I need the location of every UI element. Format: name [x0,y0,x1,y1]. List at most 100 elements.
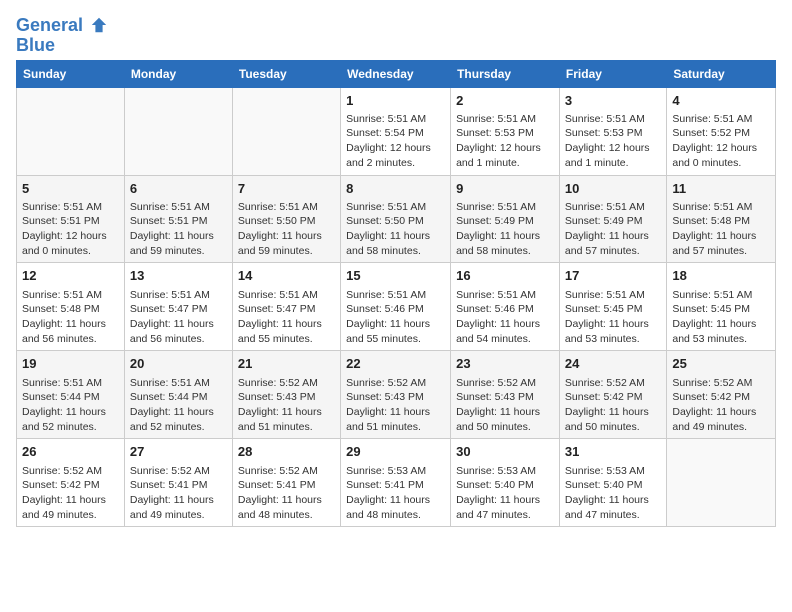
day-number: 22 [346,355,445,373]
day-number: 13 [130,267,227,285]
day-number: 19 [22,355,119,373]
logo-text: General Blue [16,16,108,56]
day-info: Sunrise: 5:52 AMSunset: 5:43 PMDaylight:… [456,376,554,435]
day-number: 15 [346,267,445,285]
calendar-cell [232,87,340,175]
day-info: Sunrise: 5:52 AMSunset: 5:41 PMDaylight:… [238,464,335,523]
calendar-cell: 7 Sunrise: 5:51 AMSunset: 5:50 PMDaylight… [232,175,340,263]
day-number: 12 [22,267,119,285]
day-info: Sunrise: 5:52 AMSunset: 5:42 PMDaylight:… [22,464,119,523]
calendar-week-row: 19 Sunrise: 5:51 AMSunset: 5:44 PMDayligh… [17,351,776,439]
day-number: 28 [238,443,335,461]
day-info: Sunrise: 5:51 AMSunset: 5:49 PMDaylight:… [456,200,554,259]
day-number: 23 [456,355,554,373]
calendar-cell: 22 Sunrise: 5:52 AMSunset: 5:43 PMDayligh… [341,351,451,439]
calendar-header-row: SundayMondayTuesdayWednesdayThursdayFrid… [17,60,776,87]
calendar-cell: 17Sunrise: 5:51 AMSunset: 5:45 PMDayligh… [559,263,666,351]
calendar-cell: 24 Sunrise: 5:52 AMSunset: 5:42 PMDayligh… [559,351,666,439]
day-number: 31 [565,443,661,461]
calendar-cell: 20 Sunrise: 5:51 AMSunset: 5:44 PMDayligh… [124,351,232,439]
day-info: Sunrise: 5:51 AMSunset: 5:51 PMDaylight:… [22,200,119,259]
day-info: Sunrise: 5:51 AMSunset: 5:46 PMDaylight:… [346,288,445,347]
day-number: 27 [130,443,227,461]
calendar-week-row: 1Sunrise: 5:51 AMSunset: 5:54 PMDaylight… [17,87,776,175]
calendar-cell: 19 Sunrise: 5:51 AMSunset: 5:44 PMDayligh… [17,351,125,439]
calendar-cell: 9 Sunrise: 5:51 AMSunset: 5:49 PMDaylight… [451,175,560,263]
calendar-cell: 4 Sunrise: 5:51 AMSunset: 5:52 PMDaylight… [667,87,776,175]
day-info: Sunrise: 5:51 AMSunset: 5:46 PMDaylight:… [456,288,554,347]
calendar-cell: 30Sunrise: 5:53 AMSunset: 5:40 PMDayligh… [451,439,560,527]
calendar-cell: 10 Sunrise: 5:51 AMSunset: 5:49 PMDayligh… [559,175,666,263]
weekday-header-sunday: Sunday [17,60,125,87]
day-number: 10 [565,180,661,198]
day-info: Sunrise: 5:52 AMSunset: 5:43 PMDaylight:… [238,376,335,435]
day-info: Sunrise: 5:51 AMSunset: 5:45 PMDaylight:… [565,288,661,347]
weekday-header-saturday: Saturday [667,60,776,87]
day-info: Sunrise: 5:51 AMSunset: 5:50 PMDaylight:… [238,200,335,259]
day-number: 11 [672,180,770,198]
day-info: Sunrise: 5:52 AMSunset: 5:42 PMDaylight:… [672,376,770,435]
calendar-cell: 5 Sunrise: 5:51 AMSunset: 5:51 PMDaylight… [17,175,125,263]
calendar-cell: 26 Sunrise: 5:52 AMSunset: 5:42 PMDayligh… [17,439,125,527]
day-info: Sunrise: 5:51 AMSunset: 5:52 PMDaylight:… [672,112,770,171]
day-info: Sunrise: 5:52 AMSunset: 5:43 PMDaylight:… [346,376,445,435]
day-info: Sunrise: 5:51 AMSunset: 5:50 PMDaylight:… [346,200,445,259]
day-info: Sunrise: 5:51 AMSunset: 5:47 PMDaylight:… [130,288,227,347]
calendar-cell [17,87,125,175]
day-info: Sunrise: 5:53 AMSunset: 5:40 PMDaylight:… [565,464,661,523]
day-number: 18 [672,267,770,285]
day-info: Sunrise: 5:51 AMSunset: 5:48 PMDaylight:… [22,288,119,347]
calendar-table: SundayMondayTuesdayWednesdayThursdayFrid… [16,60,776,528]
calendar-cell: 13 Sunrise: 5:51 AMSunset: 5:47 PMDayligh… [124,263,232,351]
calendar-cell: 23 Sunrise: 5:52 AMSunset: 5:43 PMDayligh… [451,351,560,439]
day-number: 4 [672,92,770,110]
calendar-cell: 3 Sunrise: 5:51 AMSunset: 5:53 PMDaylight… [559,87,666,175]
day-info: Sunrise: 5:51 AMSunset: 5:53 PMDaylight:… [456,112,554,171]
calendar-cell: 29 Sunrise: 5:53 AMSunset: 5:41 PMDayligh… [341,439,451,527]
calendar-cell: 28 Sunrise: 5:52 AMSunset: 5:41 PMDayligh… [232,439,340,527]
weekday-header-wednesday: Wednesday [341,60,451,87]
calendar-week-row: 26 Sunrise: 5:52 AMSunset: 5:42 PMDayligh… [17,439,776,527]
day-info: Sunrise: 5:51 AMSunset: 5:44 PMDaylight:… [22,376,119,435]
day-info: Sunrise: 5:51 AMSunset: 5:49 PMDaylight:… [565,200,661,259]
day-info: Sunrise: 5:51 AMSunset: 5:53 PMDaylight:… [565,112,661,171]
calendar-cell: 12 Sunrise: 5:51 AMSunset: 5:48 PMDayligh… [17,263,125,351]
logo: General Blue [16,16,108,56]
calendar-cell: 27 Sunrise: 5:52 AMSunset: 5:41 PMDayligh… [124,439,232,527]
calendar-cell: 11 Sunrise: 5:51 AMSunset: 5:48 PMDayligh… [667,175,776,263]
day-info: Sunrise: 5:51 AMSunset: 5:48 PMDaylight:… [672,200,770,259]
calendar-week-row: 5 Sunrise: 5:51 AMSunset: 5:51 PMDaylight… [17,175,776,263]
weekday-header-monday: Monday [124,60,232,87]
calendar-cell: 31 Sunrise: 5:53 AMSunset: 5:40 PMDayligh… [559,439,666,527]
day-number: 20 [130,355,227,373]
day-info: Sunrise: 5:51 AMSunset: 5:44 PMDaylight:… [130,376,227,435]
day-info: Sunrise: 5:51 AMSunset: 5:47 PMDaylight:… [238,288,335,347]
day-number: 5 [22,180,119,198]
day-number: 3 [565,92,661,110]
day-number: 14 [238,267,335,285]
day-number: 24 [565,355,661,373]
day-number: 9 [456,180,554,198]
day-number: 8 [346,180,445,198]
day-number: 26 [22,443,119,461]
calendar-cell: 2 Sunrise: 5:51 AMSunset: 5:53 PMDaylight… [451,87,560,175]
calendar-cell: 8 Sunrise: 5:51 AMSunset: 5:50 PMDaylight… [341,175,451,263]
calendar-cell: 18 Sunrise: 5:51 AMSunset: 5:45 PMDayligh… [667,263,776,351]
calendar-cell: 15 Sunrise: 5:51 AMSunset: 5:46 PMDayligh… [341,263,451,351]
day-number: 6 [130,180,227,198]
day-number: 2 [456,92,554,110]
calendar-cell: 14 Sunrise: 5:51 AMSunset: 5:47 PMDayligh… [232,263,340,351]
day-info: Sunrise: 5:52 AMSunset: 5:42 PMDaylight:… [565,376,661,435]
day-info: Sunrise: 5:51 AMSunset: 5:45 PMDaylight:… [672,288,770,347]
day-info: Sunrise: 5:53 AMSunset: 5:40 PMDaylight:… [456,464,554,523]
calendar-cell [124,87,232,175]
day-info: Sunrise: 5:52 AMSunset: 5:41 PMDaylight:… [130,464,227,523]
day-number: 7 [238,180,335,198]
day-number: 1 [346,92,445,110]
day-number: 25 [672,355,770,373]
calendar-cell: 25 Sunrise: 5:52 AMSunset: 5:42 PMDayligh… [667,351,776,439]
day-info: Sunrise: 5:53 AMSunset: 5:41 PMDaylight:… [346,464,445,523]
weekday-header-thursday: Thursday [451,60,560,87]
calendar-week-row: 12 Sunrise: 5:51 AMSunset: 5:48 PMDayligh… [17,263,776,351]
day-number: 29 [346,443,445,461]
